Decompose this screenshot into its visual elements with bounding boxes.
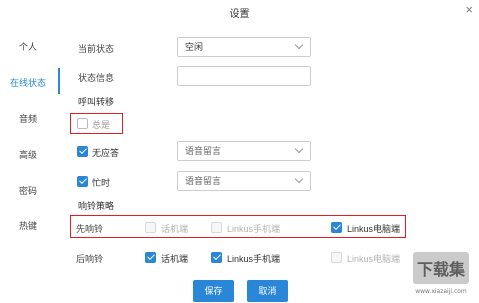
no-answer-checkbox[interactable] <box>77 146 88 157</box>
no-answer-select-value: 语音留言 <box>185 146 222 156</box>
watermark-logo: 下载集 www.xiazaiji.com <box>411 248 471 296</box>
after-ring-desktop-label: Linkus电脑端 <box>347 254 401 264</box>
first-ring-desktop-checkbox[interactable] <box>331 222 342 233</box>
busy-checkbox[interactable] <box>77 176 88 187</box>
current-status-select[interactable]: 空闲 <box>177 37 311 57</box>
call-forward-heading: 呼叫转移 <box>78 97 115 107</box>
after-ring-mobile-checkbox[interactable] <box>211 252 222 263</box>
chevron-down-icon <box>294 174 304 184</box>
sidebar-item-audio[interactable]: 音频 <box>0 112 56 125</box>
close-icon[interactable]: × <box>465 2 473 17</box>
after-ring-mobile-label: Linkus手机端 <box>227 254 281 264</box>
status-info-input[interactable] <box>177 66 311 86</box>
first-ring-mobile-checkbox[interactable] <box>211 222 222 233</box>
sidebar-item-password[interactable]: 密码 <box>0 184 56 197</box>
svg-text:下载集: 下载集 <box>417 260 466 279</box>
cancel-button[interactable]: 取消 <box>247 280 288 302</box>
status-info-label: 状态信息 <box>78 73 115 83</box>
busy-select-value: 语音留言 <box>185 176 222 186</box>
watermark-logo-icon: 下载集 www.xiazaiji.com <box>413 252 469 295</box>
svg-text:www.xiazaiji.com: www.xiazaiji.com <box>415 288 467 295</box>
dialog-title: 设置 <box>229 9 250 20</box>
after-ring-label: 后响铃 <box>76 254 104 264</box>
sidebar-item-hotkeys[interactable]: 热键 <box>0 219 56 232</box>
busy-select[interactable]: 语音留言 <box>177 171 311 191</box>
always-checkbox[interactable] <box>77 118 88 129</box>
first-ring-phone-checkbox[interactable] <box>145 222 156 233</box>
always-label: 总是 <box>92 120 111 130</box>
first-ring-label: 先响铃 <box>76 224 104 234</box>
current-status-label: 当前状态 <box>78 44 115 54</box>
no-answer-select[interactable]: 语音留言 <box>177 141 311 161</box>
after-ring-phone-label: 话机端 <box>161 254 189 264</box>
no-answer-label: 无应答 <box>92 148 120 158</box>
after-ring-phone-checkbox[interactable] <box>145 252 156 263</box>
first-ring-phone-label: 话机端 <box>161 224 189 234</box>
after-ring-desktop-checkbox[interactable] <box>331 252 342 263</box>
sidebar-active-indicator <box>58 68 60 94</box>
sidebar-item-advanced[interactable]: 高级 <box>0 148 56 161</box>
save-button[interactable]: 保存 <box>193 280 234 302</box>
first-ring-mobile-label: Linkus手机端 <box>227 224 281 234</box>
busy-label: 忙时 <box>92 178 111 188</box>
ring-strategy-heading: 响铃策略 <box>78 201 115 211</box>
sidebar-item-online-status[interactable]: 在线状态 <box>0 76 56 89</box>
chevron-down-icon <box>294 40 304 50</box>
chevron-down-icon <box>294 144 304 154</box>
first-ring-desktop-label: Linkus电脑端 <box>347 224 401 234</box>
current-status-value: 空闲 <box>185 42 204 52</box>
sidebar-item-personal[interactable]: 个人 <box>0 40 56 53</box>
